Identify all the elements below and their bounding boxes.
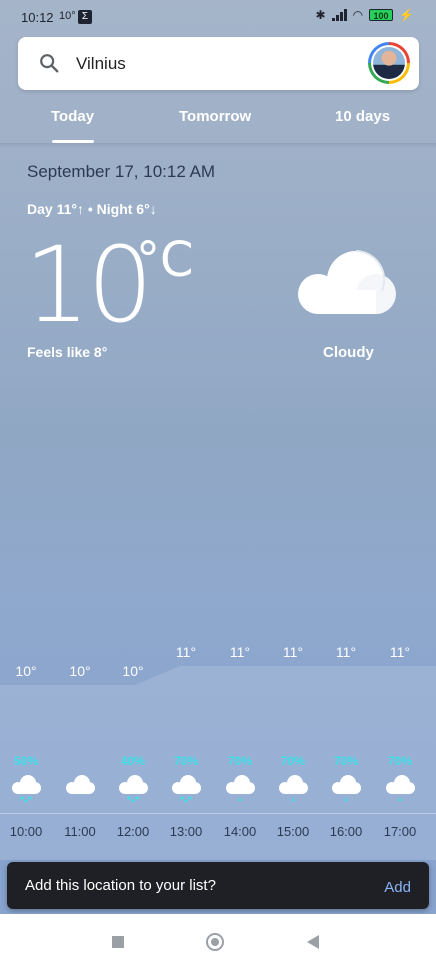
- hourly-time: 12:00: [116, 824, 150, 839]
- hourly-time: 17:00: [383, 824, 417, 839]
- status-bar: 10:12 10° Σ ✱ ◠ 100 ⚡: [0, 0, 436, 34]
- hourly-time: 10:00: [9, 824, 43, 839]
- tab-today[interactable]: Today: [51, 108, 94, 125]
- status-temp: 10°: [59, 10, 76, 22]
- day-night-temps: Day 11°↑ • Night 6°↓: [27, 201, 157, 217]
- hourly-divider: [0, 813, 436, 814]
- back-icon[interactable]: [307, 935, 319, 949]
- cloud-snow-icon: [172, 775, 201, 802]
- cloud-icon: [66, 775, 95, 794]
- hourly-precip: 40%: [120, 754, 146, 768]
- hourly-temp: 11°: [389, 644, 411, 660]
- status-time: 10:12: [21, 10, 54, 25]
- hourly-temp: 10°: [122, 663, 144, 679]
- hourly-temp: 11°: [175, 644, 197, 660]
- hourly-precip: 50%: [13, 754, 39, 768]
- hourly-precip: 70%: [173, 754, 199, 768]
- hourly-time: 16:00: [329, 824, 363, 839]
- hourly-temp: 10°: [69, 663, 91, 679]
- add-location-snackbar: Add this location to your list? Add: [7, 862, 429, 909]
- current-condition: Cloudy: [323, 344, 374, 361]
- cloud-rain-icon: [386, 775, 415, 802]
- cloud-snow-icon: [119, 775, 148, 802]
- current-datetime: September 17, 10:12 AM: [27, 162, 216, 181]
- hourly-temp: 10°: [15, 663, 37, 679]
- cloud-rain-icon: [279, 775, 308, 802]
- cloud-rain-icon: [226, 775, 255, 802]
- current-temperature: 10: [24, 224, 153, 346]
- profile-photo: [373, 47, 405, 79]
- feels-like: Feels like 8°: [27, 344, 108, 360]
- home-icon[interactable]: [206, 933, 224, 951]
- hourly-precip: 70%: [280, 754, 306, 768]
- hourly-precip: 70%: [227, 754, 253, 768]
- hourly-time: 14:00: [223, 824, 257, 839]
- search-bar[interactable]: Vilnius: [18, 37, 419, 90]
- charging-icon: ⚡: [399, 8, 414, 22]
- status-icons: ✱ ◠ 100 ⚡: [316, 8, 415, 22]
- tab-10-days[interactable]: 10 days: [335, 108, 390, 125]
- cloud-rain-icon: [332, 775, 361, 802]
- hourly-time: 13:00: [169, 824, 203, 839]
- hourly-temp: 11°: [229, 644, 251, 660]
- add-location-button[interactable]: Add: [384, 879, 411, 896]
- tab-tomorrow[interactable]: Tomorrow: [179, 108, 251, 125]
- snackbar-message: Add this location to your list?: [25, 877, 216, 894]
- bluetooth-icon: ✱: [315, 8, 326, 22]
- recents-icon[interactable]: [112, 936, 124, 948]
- navigation-bar: [0, 914, 436, 969]
- notification-icon: Σ: [78, 10, 92, 24]
- temperature-unit: °C: [136, 232, 194, 288]
- cloud-snow-icon: [12, 775, 41, 802]
- hourly-time: 15:00: [276, 824, 310, 839]
- search-query[interactable]: Vilnius: [76, 54, 126, 74]
- hourly-temp: 11°: [282, 644, 304, 660]
- account-avatar[interactable]: [368, 42, 410, 84]
- hourly-precip: 70%: [333, 754, 359, 768]
- tab-bar: Today Tomorrow 10 days: [0, 100, 436, 144]
- cloudy-icon: [298, 250, 396, 314]
- hourly-time: 11:00: [64, 824, 96, 839]
- battery-icon: 100: [369, 9, 394, 21]
- search-icon: [40, 54, 59, 73]
- wifi-icon: ◠: [352, 8, 364, 22]
- tab-divider: [0, 143, 436, 149]
- signal-icon: [331, 9, 347, 21]
- hourly-temp: 11°: [335, 644, 357, 660]
- temperature-graph: [0, 666, 436, 860]
- hourly-precip: 70%: [387, 754, 413, 768]
